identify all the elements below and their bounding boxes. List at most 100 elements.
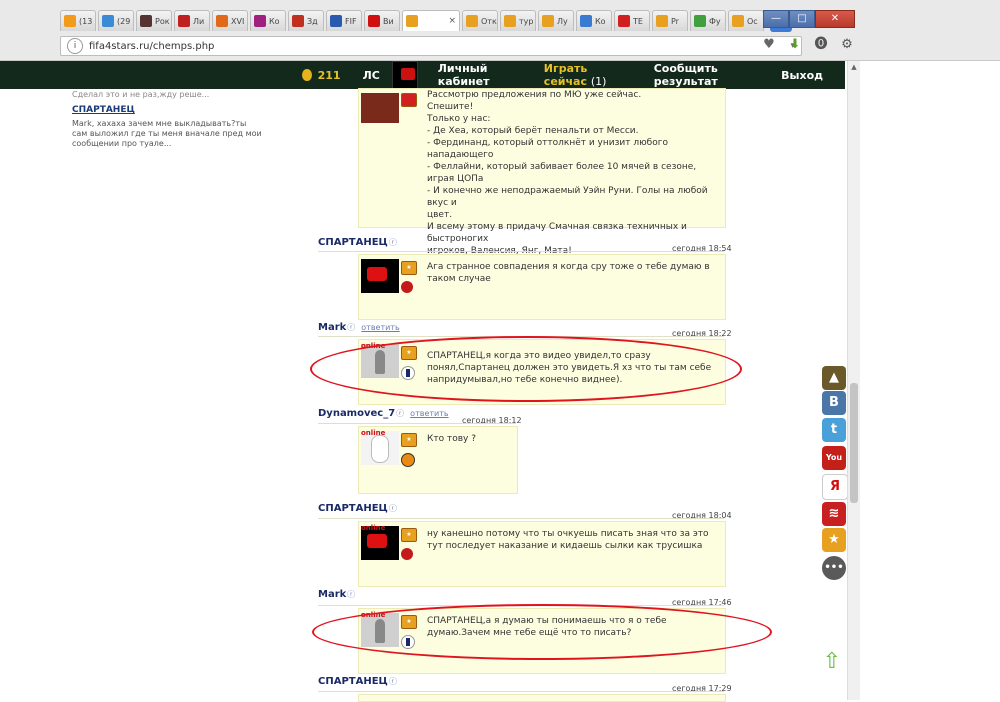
profile-link-icon[interactable]: ⓡ	[389, 504, 397, 513]
nav-exit[interactable]: Выход	[781, 69, 823, 82]
minimize-button[interactable]: —	[763, 10, 789, 28]
youtube-share-icon[interactable]: You	[822, 446, 846, 470]
post-author[interactable]: Mark	[318, 322, 346, 333]
site-nav: 211 ЛС Личный кабинет Играть сейчас (1) …	[60, 61, 845, 89]
url-text: fifa4stars.ru/chemps.php	[89, 40, 215, 52]
address-bar[interactable]: i fifa4stars.ru/chemps.php ▾	[60, 36, 802, 56]
profile-link-icon[interactable]: ⓡ	[389, 238, 397, 247]
tab-label: Ко	[269, 16, 280, 26]
twitter-share-icon[interactable]: t	[822, 418, 846, 442]
top-post-line: - Де Хеа, который берёт пенальти от Месс…	[427, 126, 639, 136]
post-author[interactable]: Mark	[318, 589, 346, 600]
top-post-line: Спешите!	[427, 102, 474, 112]
nav-report-result[interactable]: Сообщить результат	[654, 62, 759, 88]
close-tab-icon[interactable]: ×	[448, 16, 456, 26]
tab-favicon-icon	[504, 15, 516, 27]
browser-tab[interactable]: Фу	[690, 10, 726, 31]
sidebar-user-link[interactable]: СПАРТАНЕЦ	[72, 105, 262, 115]
tab-favicon-icon	[64, 15, 76, 27]
window-controls: — □ ✕	[763, 10, 855, 28]
post-author[interactable]: Dynamovec_7	[318, 408, 395, 419]
tab-favicon-icon	[580, 15, 592, 27]
post-text: ну канешно потому что ты очкуешь писать …	[427, 529, 709, 551]
page-scrollbar[interactable]: ▲	[847, 61, 860, 700]
browser-tab[interactable]: тур	[500, 10, 536, 31]
nav-left-strip	[0, 61, 60, 89]
reply-link[interactable]: ответить	[361, 323, 399, 332]
browser-tab-active[interactable]: ×	[402, 10, 460, 31]
profile-link-icon[interactable]: ⓡ	[347, 323, 355, 332]
history-icon[interactable]: ⓿	[812, 36, 830, 54]
bookmark-heart-icon[interactable]: ♥	[760, 36, 778, 54]
top-post-line: - Феллайни, который забивает более 10 мя…	[427, 162, 697, 184]
top-post-line: - И конечно же неподражаемый Уэйн Руни. …	[427, 186, 708, 208]
army-share-icon[interactable]: ▲	[822, 366, 846, 390]
browser-tab[interactable]: Ко	[250, 10, 286, 31]
stripes-share-icon[interactable]: ≋	[822, 502, 846, 526]
tab-label: Отк	[481, 16, 497, 26]
tab-label: TE	[633, 16, 643, 26]
tab-favicon-icon	[694, 15, 706, 27]
top-post-line: И всему этому в придачу Смачная связка т…	[427, 222, 687, 244]
post-divider	[318, 423, 516, 424]
star-share-icon[interactable]: ★	[822, 528, 846, 552]
browser-tab[interactable]: Лу	[538, 10, 574, 31]
tab-favicon-icon	[542, 15, 554, 27]
vk-share-icon[interactable]: B	[822, 391, 846, 415]
more-share-icon[interactable]: •••	[822, 556, 846, 580]
sidebar-comment-text[interactable]: Mark, хахаха зачем мне выкладывать?ты са…	[72, 119, 262, 149]
nav-ls[interactable]: ЛС	[363, 69, 380, 82]
browser-tab[interactable]: Ос	[728, 10, 764, 31]
scrollbar-thumb[interactable]	[850, 383, 858, 503]
close-window-button[interactable]: ✕	[815, 10, 855, 28]
annotation-oval	[312, 604, 772, 660]
profile-link-icon[interactable]: ⓡ	[396, 409, 404, 418]
tab-favicon-icon	[254, 15, 266, 27]
browser-tab[interactable]: Зд	[288, 10, 324, 31]
annotation-oval	[310, 336, 742, 402]
top-post-text: Рассмотрю предложения по МЮ уже сейчас. С…	[427, 89, 725, 269]
tab-favicon-icon	[732, 15, 744, 27]
nav-play-now[interactable]: Играть сейчас (1)	[544, 62, 632, 88]
scroll-up-icon[interactable]: ▲	[848, 61, 860, 73]
browser-tab[interactable]: Ли	[174, 10, 210, 31]
reply-link[interactable]: ответить	[410, 409, 448, 418]
browser-tab[interactable]: (13	[60, 10, 96, 31]
club-spartak-icon	[401, 281, 413, 293]
scroll-top-icon[interactable]: ⇧	[820, 650, 844, 674]
top-post-box: Рассмотрю предложения по МЮ уже сейчас. С…	[358, 88, 726, 268]
post-author[interactable]: СПАРТАНЕЦ	[318, 503, 388, 514]
browser-tab[interactable]: Pr	[652, 10, 688, 31]
sidebar-prev-text: Сделал это и не раз,жду реше...	[72, 90, 210, 99]
top-post-avatar	[361, 93, 399, 123]
yandex-share-icon[interactable]: Я	[822, 474, 848, 500]
browser-tab[interactable]: Ви	[364, 10, 400, 31]
profile-link-icon[interactable]: ⓡ	[347, 590, 355, 599]
rank-badge-icon: ★	[401, 528, 417, 542]
post-box: ★ Ага странное совпадения я когда сру то…	[358, 254, 726, 320]
tab-label: Ко	[595, 16, 606, 26]
browser-tab[interactable]: Отк	[462, 10, 498, 31]
tab-bar: (13 (29 Рок Ли XVI Ко Зд FIF Ви × Отк тур Лу Ко TE Pr Фу…	[60, 10, 860, 32]
tab-label: тур	[519, 16, 534, 26]
info-icon[interactable]: i	[67, 38, 83, 54]
browser-tab[interactable]: Рок	[136, 10, 172, 31]
post-author[interactable]: СПАРТАНЕЦ	[318, 237, 388, 248]
maximize-button[interactable]: □	[789, 10, 815, 28]
settings-icon[interactable]: ⚙	[838, 36, 856, 54]
browser-tab[interactable]: FIF	[326, 10, 362, 31]
nav-cabinet[interactable]: Личный кабинет	[438, 62, 522, 88]
post-header: СПАРТАНЕЦⓡ	[318, 237, 397, 248]
profile-link-icon[interactable]: ⓡ	[389, 677, 397, 686]
avatar[interactable]	[391, 61, 418, 89]
post-header: Markⓡ ответить	[318, 322, 400, 333]
sidebar-recent-comments: Сделал это и не раз,жду реше... СПАРТАНЕ…	[72, 90, 262, 149]
download-icon[interactable]: ⬇	[786, 36, 804, 54]
browser-tab[interactable]: XVI	[212, 10, 248, 31]
browser-tab[interactable]: TE	[614, 10, 650, 31]
post-author[interactable]: СПАРТАНЕЦ	[318, 676, 388, 687]
tab-favicon-icon	[656, 15, 668, 27]
browser-tab[interactable]: Ко	[576, 10, 612, 31]
tab-label: Рок	[155, 16, 170, 26]
browser-tab[interactable]: (29	[98, 10, 134, 31]
